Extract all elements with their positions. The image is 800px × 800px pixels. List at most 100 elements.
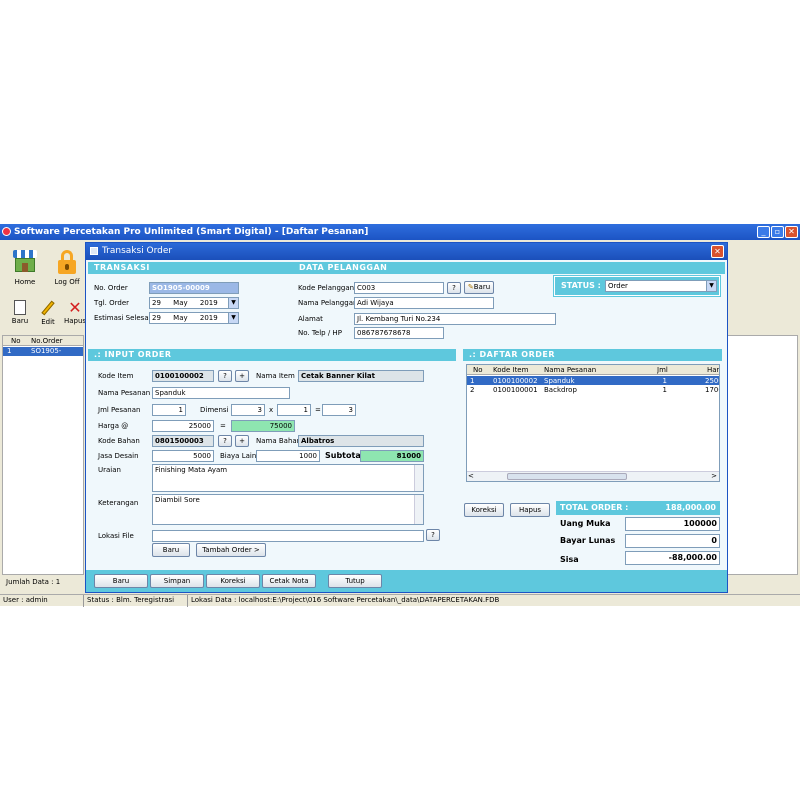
bayar-lunas-field[interactable]: 0 [625, 534, 720, 548]
tgl-year: 2019 [199, 299, 218, 307]
pelanggan-section-header: DATA PELANGGAN [293, 262, 725, 274]
logoff-button[interactable]: Log Off [50, 248, 84, 286]
jml-pesanan-field[interactable]: 1 [152, 404, 186, 416]
kode-item-lookup-button[interactable]: ? [218, 370, 232, 382]
chevron-down-icon[interactable]: ▼ [706, 281, 716, 291]
no-order-field[interactable]: SO1905-00009 [149, 282, 239, 294]
edit-toolbar-button[interactable]: Edit [36, 300, 60, 326]
kode-pelanggan-lookup-button[interactable]: ? [447, 282, 461, 294]
baru-pelanggan-button[interactable]: ✎Baru [464, 281, 494, 294]
keterangan-scrollbar[interactable] [414, 495, 423, 524]
scrollbar-thumb[interactable] [507, 473, 627, 480]
status-box: STATUS : Order ▼ [554, 276, 720, 296]
app-logo-icon [2, 227, 11, 236]
cetak-nota-button[interactable]: Cetak Nota [262, 574, 316, 588]
list-col-no: No [11, 337, 21, 345]
koreksi-button[interactable]: Koreksi [206, 574, 260, 588]
alamat-field[interactable]: Jl. Kembang Turi No.234 [354, 313, 556, 325]
status-select[interactable]: Order ▼ [605, 280, 717, 292]
harga-total-field[interactable]: 75000 [231, 420, 295, 432]
tgl-order-date-picker[interactable]: 29 May 2019 ▼ [149, 297, 239, 309]
kode-bahan-add-button[interactable]: + [235, 435, 249, 447]
transaksi-section-header: TRANSAKSI [88, 262, 293, 274]
lokasi-file-field[interactable] [152, 530, 424, 542]
keterangan-textarea[interactable]: Diambil Sore [152, 494, 424, 525]
telp-field[interactable]: 086787678678 [354, 327, 444, 339]
sisa-field[interactable]: -88,000.00 [625, 551, 720, 565]
table-col-harga: Harga [707, 366, 720, 374]
uang-muka-label: Uang Muka [560, 519, 611, 528]
dialog-action-bar: Baru Simpan Koreksi Cetak Nota Tutup [86, 570, 727, 592]
uraian-textarea[interactable]: Finishing Mata Ayam [152, 464, 424, 492]
kode-item-field[interactable]: 0100100002 [152, 370, 214, 382]
nama-pesanan-label: Nama Pesanan [98, 389, 151, 397]
hapus-toolbar-button[interactable]: ✕ Hapus [64, 300, 86, 325]
tambah-order-button[interactable]: Tambah Order > [196, 543, 266, 557]
minimize-button[interactable]: _ [757, 226, 770, 238]
harga-field[interactable]: 25000 [152, 420, 214, 432]
status-label: STATUS : [561, 281, 601, 290]
jasa-desain-field[interactable]: 5000 [152, 450, 214, 462]
baru-toolbar-button[interactable]: Baru [8, 300, 32, 325]
dialog-close-button[interactable]: ✕ [711, 245, 724, 258]
kode-item-add-button[interactable]: + [235, 370, 249, 382]
harga-equals-label: = [220, 422, 226, 430]
uang-muka-field[interactable]: 100000 [625, 517, 720, 531]
kode-bahan-field[interactable]: 0801500003 [152, 435, 214, 447]
koreksi-item-button[interactable]: Koreksi [464, 503, 504, 517]
table-row[interactable]: 1 0100100002 Spanduk 1 2500 [467, 376, 719, 385]
simpan-button[interactable]: Simpan [150, 574, 204, 588]
dimensi-label: Dimensi [200, 406, 229, 414]
nama-bahan-field[interactable]: Albatros [298, 435, 424, 447]
right-list-panel [726, 335, 798, 575]
main-window-title: Software Percetakan Pro Unlimited (Smart… [14, 227, 369, 237]
dialog-window-icon [90, 247, 98, 255]
pencil-icon [41, 300, 55, 316]
subtotal-label: Subtotal [325, 451, 364, 460]
input-order-section-header: .: INPUT ORDER [88, 349, 456, 361]
dimensi-total-field[interactable]: 3 [322, 404, 356, 416]
chevron-down-icon[interactable]: ▼ [228, 313, 238, 323]
kode-bahan-lookup-button[interactable]: ? [218, 435, 232, 447]
transaksi-order-dialog: Transaksi Order ✕ TRANSAKSI DATA PELANGG… [85, 242, 728, 593]
daftar-order-section-header: .: DAFTAR ORDER [463, 349, 722, 361]
estimasi-label: Estimasi Selesai [94, 314, 151, 322]
dimensi-lebar-field[interactable]: 1 [277, 404, 311, 416]
logoff-label: Log Off [54, 278, 80, 286]
baru-button[interactable]: Baru [94, 574, 148, 588]
dimensi-equals-label: = [315, 406, 321, 414]
table-horizontal-scrollbar[interactable]: < > [467, 471, 719, 481]
lokasi-file-browse-button[interactable]: ? [426, 529, 440, 541]
daftar-order-table[interactable]: No Kode Item Nama Pesanan Jml Harga 1 01… [466, 364, 720, 482]
maximize-button[interactable]: ▫ [771, 226, 784, 238]
chevron-left-icon[interactable]: < [468, 472, 474, 480]
baru-item-button[interactable]: Baru [152, 543, 190, 557]
new-document-icon [14, 300, 26, 315]
kode-pelanggan-field[interactable]: C003 [354, 282, 444, 294]
table-row[interactable]: 2 0100100001 Backdrop 1 1700 [467, 385, 719, 394]
alamat-label: Alamat [298, 315, 323, 323]
est-month: May [173, 314, 188, 322]
tutup-button[interactable]: Tutup [328, 574, 382, 588]
delete-x-icon: ✕ [68, 300, 82, 317]
main-close-button[interactable]: ✕ [785, 226, 798, 238]
biaya-lain-field[interactable]: 1000 [256, 450, 320, 462]
dimensi-panjang-field[interactable]: 3 [231, 404, 265, 416]
subtotal-field[interactable]: 81000 [360, 450, 424, 462]
nama-pesanan-field[interactable]: Spanduk [152, 387, 290, 399]
row-jml: 1 [662, 386, 667, 394]
nama-item-field[interactable]: Cetak Banner Kilat [298, 370, 424, 382]
chevron-down-icon[interactable]: ▼ [228, 298, 238, 308]
estimasi-date-picker[interactable]: 29 May 2019 ▼ [149, 312, 239, 324]
jml-pesanan-label: Jml Pesanan [98, 406, 141, 414]
uraian-scrollbar[interactable] [414, 465, 423, 491]
home-button[interactable]: Home [8, 248, 42, 286]
nama-pelanggan-field[interactable]: Adi Wijaya [354, 297, 494, 309]
list-item[interactable]: 1 SO1905-00009 [3, 347, 83, 364]
chevron-right-icon[interactable]: > [711, 472, 717, 480]
nama-item-label: Nama Item [256, 372, 295, 380]
home-store-icon [12, 248, 38, 274]
dialog-title: Transaksi Order [102, 246, 173, 256]
row-nama: Backdrop [544, 386, 577, 394]
hapus-item-button[interactable]: Hapus [510, 503, 550, 517]
